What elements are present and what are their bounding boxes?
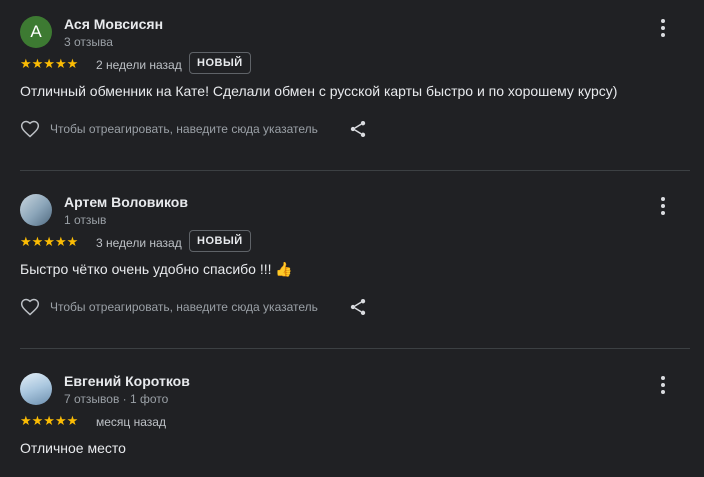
share-icon[interactable] (348, 119, 368, 139)
author-meta: 7 отзывов · 1 фото (64, 392, 169, 406)
heart-icon (20, 120, 40, 138)
avatar[interactable]: A (20, 16, 52, 48)
more-options-icon[interactable] (651, 373, 675, 397)
author-name[interactable]: Евгений Коротков (64, 373, 190, 389)
review-text: Отличный обменник на Кате! Сделали обмен… (20, 83, 618, 99)
heart-icon (20, 298, 40, 316)
react-label: Чтобы отреагировать, наведите сюда указа… (50, 122, 318, 136)
rating-stars: ★★★★★ (20, 234, 79, 249)
react-button[interactable]: Чтобы отреагировать, наведите сюда указа… (20, 297, 318, 317)
share-icon[interactable] (348, 297, 368, 317)
avatar[interactable] (20, 373, 52, 405)
react-label: Чтобы отреагировать, наведите сюда указа… (50, 300, 318, 314)
rating-stars: ★★★★★ (20, 56, 79, 71)
more-options-icon[interactable] (651, 16, 675, 40)
review-card: Евгений Коротков 7 отзывов · 1 фото ★★★★… (0, 373, 704, 477)
review-text: Отличное место (20, 440, 126, 456)
more-options-icon[interactable] (651, 194, 675, 218)
review-text: Быстро чётко очень удобно спасибо !!! 👍 (20, 261, 293, 277)
review-date: 3 недели назад (96, 236, 182, 250)
author-name[interactable]: Ася Мовсисян (64, 16, 163, 32)
new-badge: НОВЫЙ (189, 52, 251, 74)
author-meta: 3 отзыва (64, 35, 113, 49)
divider (20, 348, 690, 349)
new-badge: НОВЫЙ (189, 230, 251, 252)
author-meta: 1 отзыв (64, 213, 107, 227)
author-name[interactable]: Артем Воловиков (64, 194, 188, 210)
review-card: Артем Воловиков 1 отзыв ★★★★★ 3 недели н… (0, 194, 704, 344)
divider (20, 170, 690, 171)
avatar[interactable] (20, 194, 52, 226)
review-date: 2 недели назад (96, 58, 182, 72)
review-date: месяц назад (96, 415, 166, 429)
rating-stars: ★★★★★ (20, 413, 79, 428)
react-button[interactable]: Чтобы отреагировать, наведите сюда указа… (20, 119, 318, 139)
review-card: A Ася Мовсисян 3 отзыва ★★★★★ 2 недели н… (0, 16, 704, 166)
